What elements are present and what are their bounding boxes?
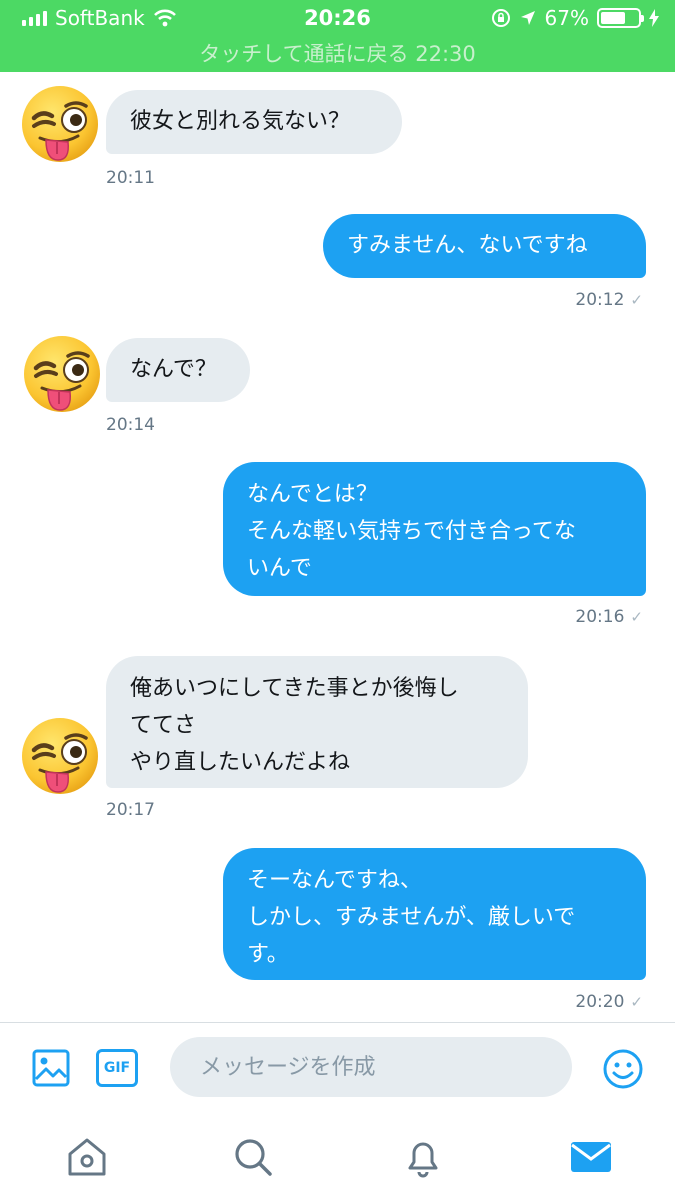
mail-icon[interactable] [566, 1132, 616, 1182]
gif-button[interactable]: GIF [96, 1049, 138, 1087]
message-text-line: なんで？ [130, 357, 217, 382]
outgoing-message-bubble[interactable]: すみません、ないですね [323, 214, 646, 278]
message-timestamp: 20:17 [106, 800, 155, 820]
message-time: 20:20 [575, 992, 625, 1012]
tab-bar [0, 1114, 675, 1200]
sent-check-icon: ✓ [630, 993, 643, 1011]
message-timestamp: 20:16 ✓ [575, 607, 643, 627]
battery-percent: 67% [544, 6, 589, 30]
emoji-icon[interactable] [602, 1048, 644, 1090]
message-time: 20:16 [575, 607, 625, 627]
search-icon[interactable] [228, 1132, 278, 1182]
message-input[interactable] [170, 1037, 572, 1097]
outgoing-message-bubble[interactable]: そーなんですね、 しかし、すみませんが、厳しいで す。 [223, 848, 646, 980]
location-icon [520, 11, 535, 25]
message-text-line: すみません、ないですね [347, 233, 588, 258]
message-timestamp: 20:12 ✓ [575, 290, 643, 310]
message-text-line: そんな軽い気持ちで付き合ってな [247, 519, 576, 544]
sent-check-icon: ✓ [630, 608, 643, 626]
message-timestamp: 20:20 ✓ [575, 992, 643, 1012]
home-icon[interactable] [62, 1132, 112, 1182]
message-text-line: 彼女と別れる気ない？ [130, 109, 351, 134]
message-text-line: ててさ [130, 713, 197, 738]
message-timestamp: 20:14 [106, 415, 155, 435]
message-text-line: なんでとは？ [247, 482, 378, 507]
message-text-line: す。 [247, 942, 289, 967]
sender-avatar-emoji[interactable] [20, 716, 100, 796]
battery-fill [601, 12, 626, 24]
message-text-line: しかし、すみませんが、厳しいで [247, 905, 576, 930]
return-to-call-banner[interactable]: タッチして通話に戻る 22:30 [0, 38, 675, 68]
charging-icon [649, 9, 659, 27]
message-text-line: 俺あいつにしてきた事とか後悔し [130, 676, 459, 701]
image-icon[interactable] [32, 1049, 70, 1087]
message-text-line: やり直したいんだよね [130, 750, 351, 775]
message-text-line: そーなんですね、 [247, 868, 422, 893]
message-text-line: いんで [247, 556, 312, 581]
status-right: 67% [491, 6, 659, 30]
bell-icon[interactable] [398, 1132, 448, 1182]
outgoing-message-bubble[interactable]: なんでとは？ そんな軽い気持ちで付き合ってな いんで [223, 462, 646, 596]
sender-avatar-emoji[interactable] [22, 334, 102, 414]
incoming-message-bubble[interactable]: 俺あいつにしてきた事とか後悔し ててさ やり直したいんだよね [106, 656, 528, 788]
message-timestamp: 20:11 [106, 168, 155, 188]
status-bar: SoftBank 20:26 67% タッチして通話に戻る 22:30 [0, 0, 675, 72]
sender-avatar-emoji[interactable] [20, 84, 100, 164]
battery-icon [597, 8, 644, 28]
incoming-message-bubble[interactable]: 彼女と別れる気ない？ [106, 90, 402, 154]
orientation-lock-icon [491, 9, 510, 27]
incoming-message-bubble[interactable]: なんで？ [106, 338, 250, 402]
message-composer: GIF [0, 1022, 675, 1114]
gif-label: GIF [103, 1060, 131, 1076]
message-time: 20:12 [575, 290, 625, 310]
sent-check-icon: ✓ [630, 291, 643, 309]
